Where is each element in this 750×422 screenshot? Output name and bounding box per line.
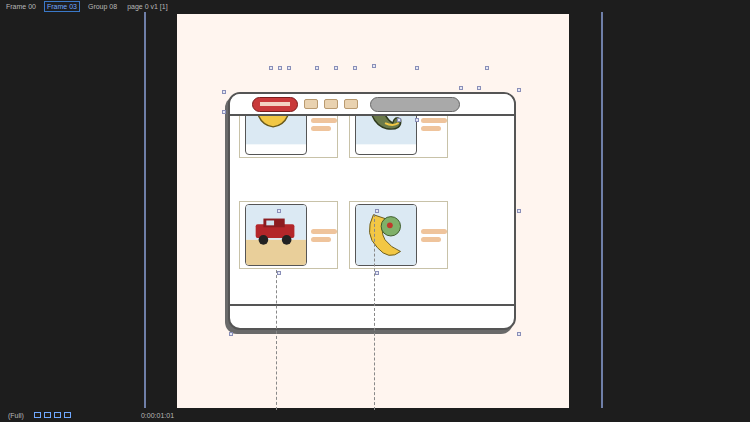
selection-handle[interactable] bbox=[375, 271, 379, 275]
selection-handle[interactable] bbox=[459, 86, 463, 90]
card[interactable] bbox=[239, 116, 338, 158]
selection-handle[interactable] bbox=[278, 66, 282, 70]
selection-handle[interactable] bbox=[287, 66, 291, 70]
selection-handle[interactable] bbox=[517, 88, 521, 92]
nav-icon[interactable] bbox=[304, 99, 318, 109]
selection-handle[interactable] bbox=[415, 118, 419, 122]
logo-pill[interactable] bbox=[252, 97, 298, 112]
card[interactable] bbox=[239, 201, 338, 269]
selection-handle[interactable] bbox=[477, 86, 481, 90]
car-icon bbox=[246, 205, 306, 265]
selection-handle[interactable] bbox=[353, 66, 357, 70]
selection-handle[interactable] bbox=[334, 66, 338, 70]
blob-icon bbox=[246, 116, 306, 154]
breadcrumb[interactable]: Group 08 bbox=[86, 2, 119, 11]
nav-icon[interactable] bbox=[344, 99, 358, 109]
breadcrumb[interactable]: Frame 03 bbox=[44, 1, 80, 12]
search-pill[interactable] bbox=[370, 97, 460, 112]
selection-handle[interactable] bbox=[415, 66, 419, 70]
selection-handle[interactable] bbox=[485, 66, 489, 70]
breadcrumb[interactable]: page 0 v1 [1] bbox=[125, 2, 169, 11]
creature-icon bbox=[356, 205, 416, 265]
anchor-line bbox=[374, 214, 375, 410]
selection-handle[interactable] bbox=[229, 332, 233, 336]
canvas[interactable] bbox=[177, 14, 569, 408]
guide-right bbox=[601, 12, 603, 408]
toolbar-button[interactable] bbox=[64, 412, 71, 418]
nav-icon[interactable] bbox=[324, 99, 338, 109]
anchor-line bbox=[276, 270, 277, 410]
selection-handle[interactable] bbox=[269, 66, 273, 70]
worm-icon bbox=[356, 116, 416, 154]
breadcrumb[interactable]: Frame 00 bbox=[4, 2, 38, 11]
selection-handle[interactable] bbox=[277, 271, 281, 275]
selection-handle[interactable] bbox=[517, 332, 521, 336]
resolution-dropdown[interactable]: (Full) bbox=[8, 412, 24, 419]
selection-handle[interactable] bbox=[277, 209, 281, 213]
selection-handle[interactable] bbox=[397, 118, 401, 122]
viewer-toolbar: (Full) 0:00:01:01 bbox=[0, 408, 750, 422]
app: Frame 00 Frame 03 Group 08 page 0 v1 [1] (Fu… bbox=[0, 0, 750, 422]
selection-handle[interactable] bbox=[222, 110, 226, 114]
card-area bbox=[230, 116, 514, 306]
selection-handle[interactable] bbox=[315, 66, 319, 70]
selection-handle[interactable] bbox=[222, 90, 226, 94]
breadcrumb-bar: Frame 00 Frame 03 Group 08 page 0 v1 [1] bbox=[0, 0, 750, 12]
mockup-header bbox=[230, 94, 514, 116]
toolbar-button[interactable] bbox=[54, 412, 61, 418]
selection-handle[interactable] bbox=[375, 209, 379, 213]
timecode[interactable]: 0:00:01:01 bbox=[141, 412, 174, 419]
mockup-window[interactable] bbox=[228, 92, 516, 330]
selection-handle[interactable] bbox=[517, 209, 521, 213]
card[interactable] bbox=[349, 116, 448, 158]
toolbar-button[interactable] bbox=[44, 412, 51, 418]
guide-left bbox=[144, 12, 146, 408]
toolbar-button[interactable] bbox=[34, 412, 41, 418]
selection-handle[interactable] bbox=[372, 64, 376, 68]
card[interactable] bbox=[349, 201, 448, 269]
viewer bbox=[0, 12, 750, 408]
